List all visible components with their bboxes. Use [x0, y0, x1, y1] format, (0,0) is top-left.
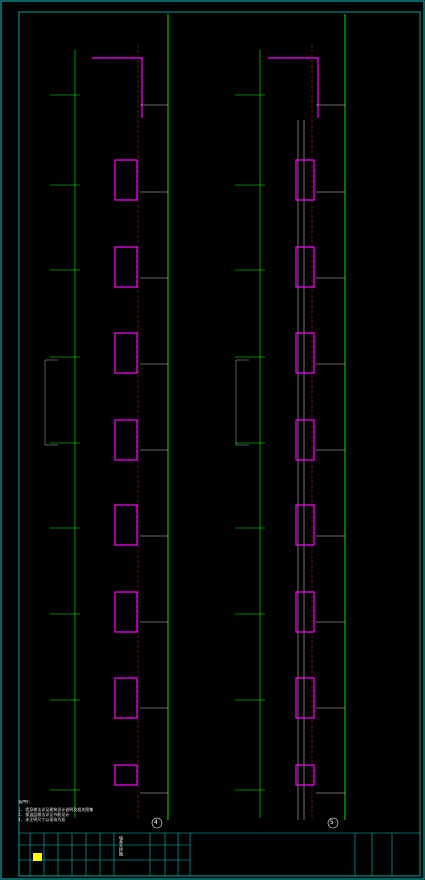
note-line-3: 3. 未注明尺寸以现场为准: [18, 817, 66, 822]
title-block: [19, 832, 420, 876]
outer-frame: [0, 0, 425, 880]
section-4: [44, 14, 169, 829]
drawing-canvas: [0, 0, 425, 880]
general-notes: 说明： 1. 墙身做法详见建筑设计说明及相关图集 2. 保温层做法详见节能设计 …: [18, 800, 128, 822]
section-5: [235, 14, 346, 829]
section-5-label: 5: [330, 819, 334, 826]
notes-heading: 说明：: [18, 800, 34, 805]
section-4-label: 4: [154, 819, 158, 826]
inner-frame: [18, 11, 421, 877]
logo-icon: [33, 853, 42, 861]
drawing-name: 墙身大样图: [119, 836, 124, 856]
